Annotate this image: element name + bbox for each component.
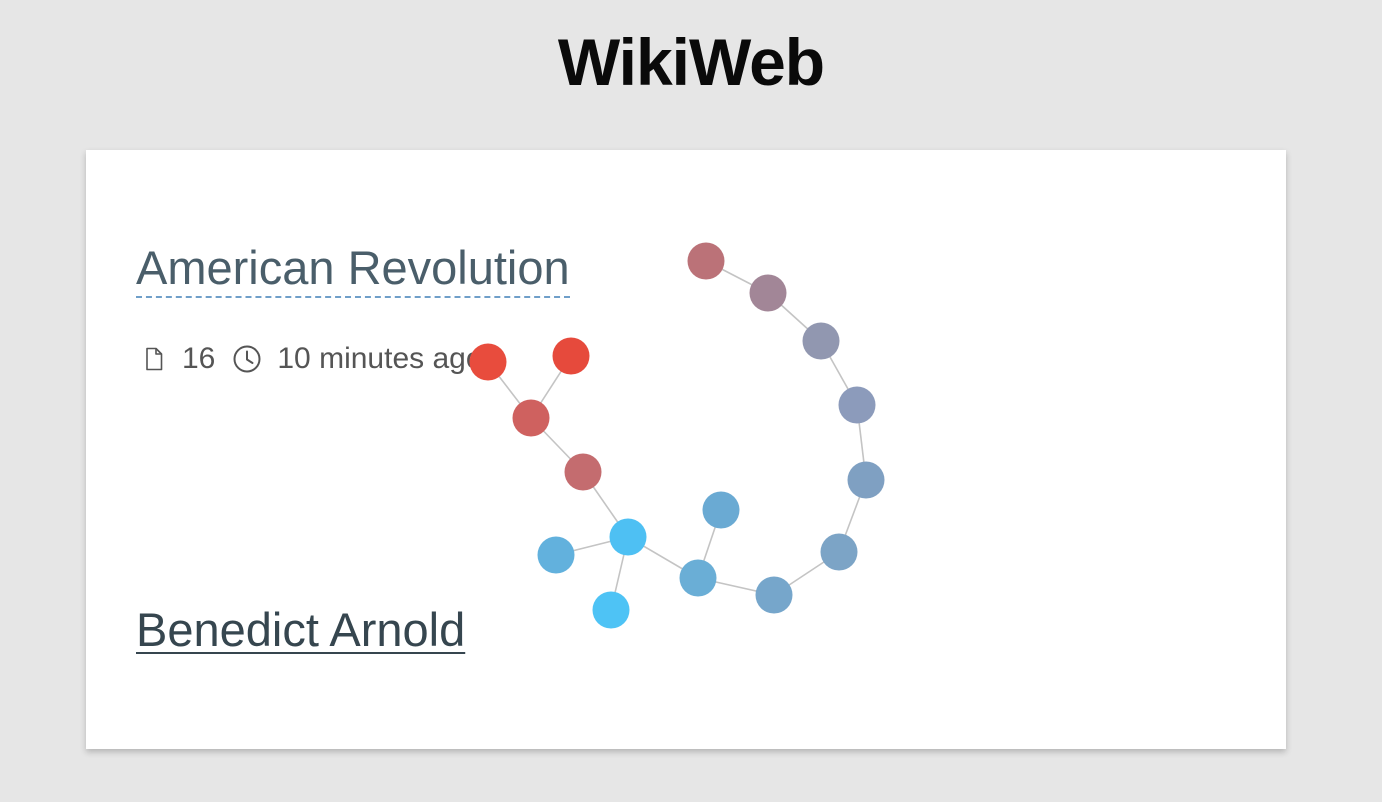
graph-node[interactable] bbox=[552, 337, 590, 375]
article-title[interactable]: American Revolution bbox=[136, 240, 570, 298]
clock-icon bbox=[231, 345, 263, 373]
graph-node[interactable] bbox=[820, 533, 858, 571]
graph-node[interactable] bbox=[512, 399, 550, 437]
article-meta: 16 10 minutes ago bbox=[142, 339, 483, 379]
graph-node[interactable] bbox=[702, 491, 740, 529]
article-card: American Revolution 16 10 minutes ago Be… bbox=[86, 150, 1286, 749]
graph-node[interactable] bbox=[609, 518, 647, 556]
graph-node[interactable] bbox=[802, 322, 840, 360]
graph-node[interactable] bbox=[687, 242, 725, 280]
graph-node[interactable] bbox=[469, 343, 507, 381]
graph-node[interactable] bbox=[838, 386, 876, 424]
file-icon bbox=[142, 345, 166, 373]
graph-node[interactable] bbox=[537, 536, 575, 574]
graph-node[interactable] bbox=[749, 274, 787, 312]
graph-node[interactable] bbox=[592, 591, 630, 629]
graph-node[interactable] bbox=[755, 576, 793, 614]
article-link[interactable]: Benedict Arnold bbox=[136, 602, 465, 658]
page-count: 16 bbox=[182, 342, 216, 375]
graph-node[interactable] bbox=[679, 559, 717, 597]
app-title: WikiWeb bbox=[557, 25, 825, 99]
graph-node[interactable] bbox=[847, 461, 885, 499]
graph-node[interactable] bbox=[564, 453, 602, 491]
elapsed-time: 10 minutes ago bbox=[277, 342, 483, 375]
